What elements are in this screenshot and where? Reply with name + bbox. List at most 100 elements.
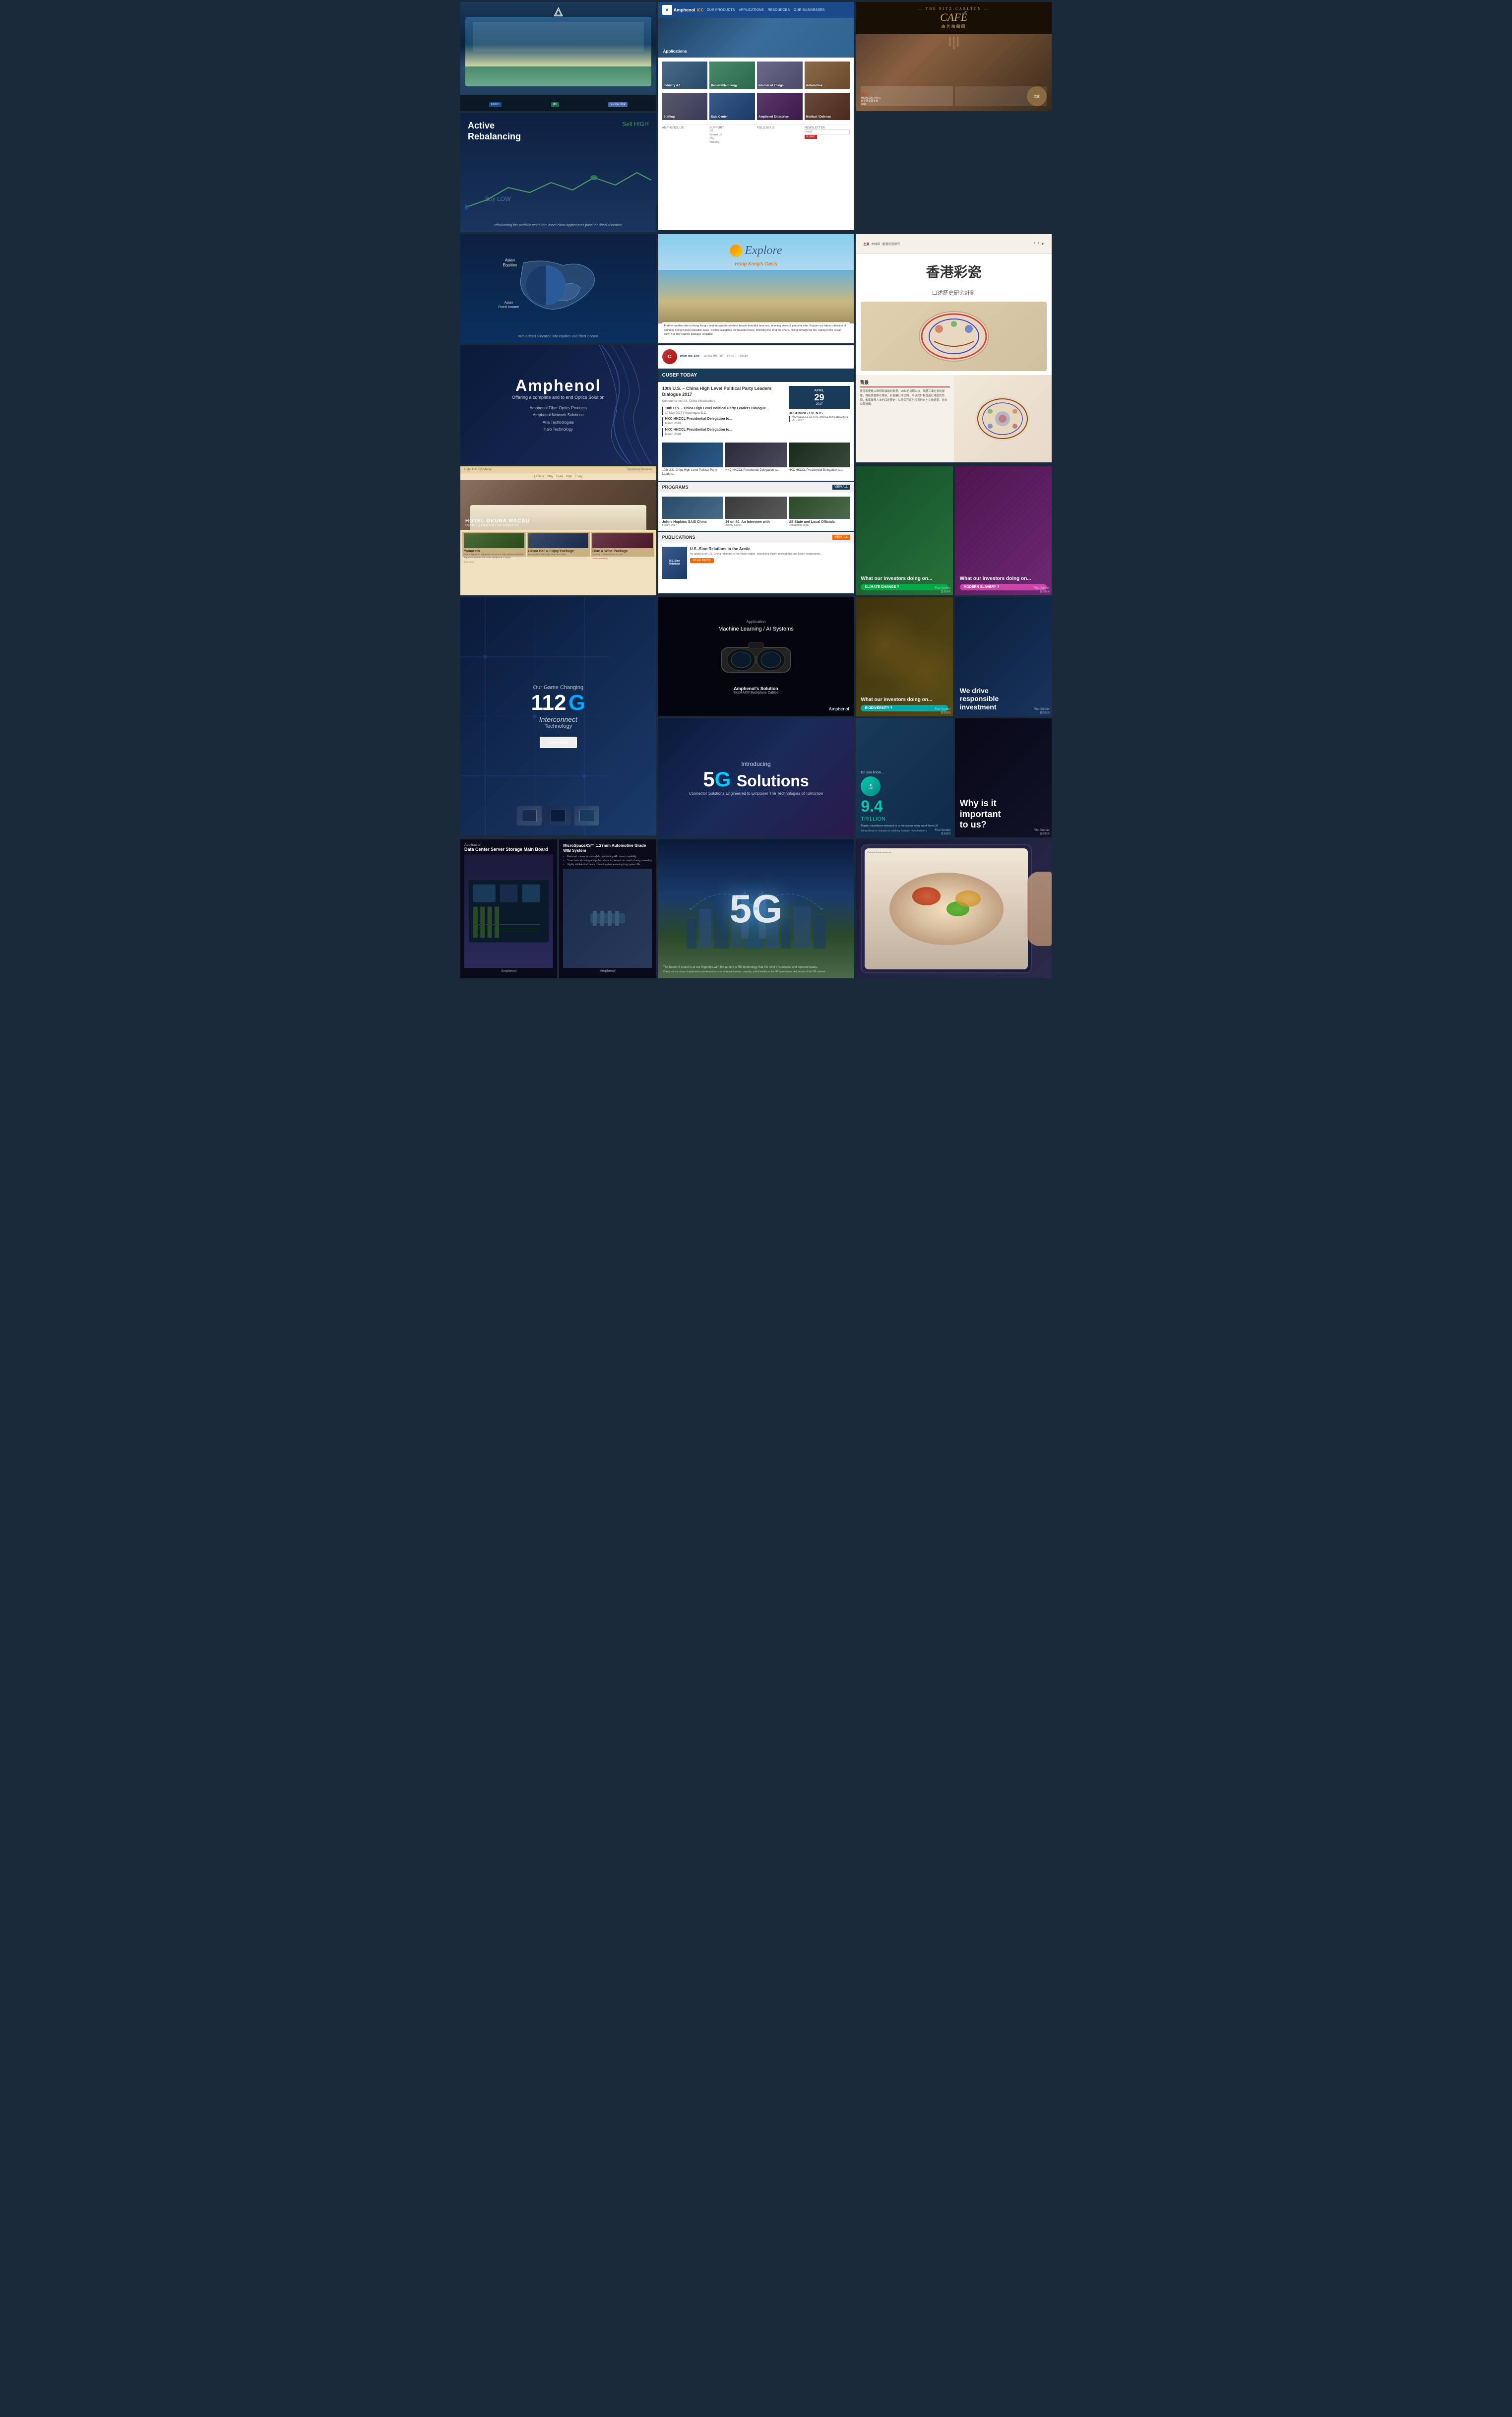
cusef-nav: WHO WE ARE WHAT WE DO CUSEF TODAY <box>680 355 850 358</box>
conf-item-1: 10th U.S. – China High Level Political P… <box>662 407 785 415</box>
hotel-card: Hotel OKURA Macau TripadvisorReviews Exp… <box>460 466 656 595</box>
know-desc: Plastic microfibers released in to the o… <box>861 825 947 828</box>
ritz-card: — THE RITZ-CARLTON — CAFÉ 高茗精緻圖 <box>856 2 1052 111</box>
rebalancing-title: ActiveRebalancing <box>468 121 649 142</box>
interconnect-card: Our Game Changing 112 G Interconnect Tec… <box>460 597 656 835</box>
cusef-main-event: 10th U.S. – China High Level Political P… <box>658 382 854 443</box>
social-fb[interactable]: f <box>1034 242 1035 246</box>
amphenol-tagline: Offering a complete and to end Optics So… <box>512 395 604 400</box>
datacenter-group: Application Data Center Server Storage M… <box>460 839 656 978</box>
explore-subtitle: Hong Kong's Oasis <box>735 261 777 267</box>
ml-title: Machine Learning / AI Systems <box>718 626 794 632</box>
conf-item-3: HKC HKCCL Presidential Delegation to... … <box>662 428 785 437</box>
newsletter-input[interactable] <box>805 129 850 134</box>
amphenol-footer-ms: Amphenol <box>563 968 652 974</box>
ms-feature-3: Highly reliable dual beam contact system… <box>563 863 652 867</box>
investor-climate: What our investors doing on... CLIMATE C… <box>856 466 952 595</box>
product-1: Amphenol Fiber Optics Products <box>530 405 587 412</box>
ritz-image: 菜單 O!! MICHELIN PLATE米芝蓮星級美食2018 <box>856 34 1052 111</box>
pub-btn[interactable]: VIEW ALL <box>832 535 850 540</box>
product-3: Aria Technologies <box>530 419 587 426</box>
do-you-know: Do you know... <box>861 771 947 774</box>
michelin-badge: O!! MICHELIN PLATE米芝蓮星級美食2018 <box>861 92 881 107</box>
app-item-3[interactable]: Internet of Things <box>757 62 803 89</box>
porcelain-lower: 背景 香港彩瓷是以珠明料描繪的彩瓷，20世紀初期以後，隨著工業社會的變遷，傳統技… <box>856 375 1052 462</box>
rebalancing-chart <box>465 163 651 212</box>
microspace-card: MicroSpaceXS™ 1.27mm Automotive Grade WI… <box>559 839 656 978</box>
cusef-publication: U.S.-SinoRelations U.S.-Sino Relations i… <box>658 543 854 583</box>
explore-card: Explore Hong Kong's Oasis Further anothe… <box>658 234 854 343</box>
5g-title: 5G Solutions <box>703 767 809 791</box>
amphenol-nav: OUR PRODUCTS APPLICATIONS RESOURCES OUR … <box>706 8 824 12</box>
hotel-hero: HOTEL OKURA MACAU DELIVER MOMENT OF KIND… <box>460 480 656 530</box>
cusef-today-banner: CUSEF TODAY <box>658 369 854 382</box>
investor-responsible: We driveresponsibleinvestment First Sent… <box>955 597 1052 716</box>
first-sentier-logo-4: First Sentier首源投資 <box>1034 708 1050 714</box>
lantau-card: LANTAU YACHT CLUB HONG KONG DBRC dbl Vs <box>460 2 656 111</box>
program-img-2 <box>725 497 787 519</box>
hotel-headline: HOTEL OKURA MACAU <box>465 518 530 524</box>
porcelain-title: 香港彩瓷 <box>856 254 1052 289</box>
product-4: Halo Technology <box>530 426 587 433</box>
investors-bottom-card: What our investors doing on... BIODIVERS… <box>856 597 1052 716</box>
app-item-7[interactable]: Amphenol Enterprise <box>757 93 803 120</box>
tablet-device: Premium dining experience <box>861 844 1032 973</box>
product-2: Amphenol Network Solutions <box>530 412 587 419</box>
biodiversity-title: What our investors doing on... <box>861 697 947 703</box>
app-item-5[interactable]: Staffing <box>662 93 708 120</box>
cusef-news-grid: 10th U.S.-China High Level Political Par… <box>658 443 854 481</box>
porcelain-card: 主頁 木棉館 香港彩瓷研究 f t ▶ 香港彩瓷 口述歷史研究計劃 <box>856 234 1052 462</box>
read-more-btn[interactable]: READ MORE <box>690 558 714 563</box>
program-img-1 <box>662 497 724 519</box>
ml-brand: Amphenol <box>829 706 849 711</box>
ms-feature-1: Reduced connector size while maintaining… <box>563 855 652 859</box>
ritz-top: — THE RITZ-CARLTON — <box>861 7 1047 11</box>
ritz-badge: 菜單 <box>1027 86 1047 106</box>
program-jhsais: Johns Hopkins SAIS China Forum 2017 <box>662 497 724 527</box>
amphenol-icc: ICC <box>697 8 704 12</box>
tablet-card: Premium dining experience <box>856 839 1052 978</box>
investor-slavery-title: What our investors doing on... <box>960 576 1047 582</box>
ml-label: Application <box>746 620 765 624</box>
social-tw[interactable]: t <box>1038 242 1039 246</box>
asian-fixed-label: AsianFixed Income <box>494 301 523 310</box>
ms-image <box>563 869 652 968</box>
amphenol-hero: Applications <box>658 18 854 58</box>
news-photo-3 <box>789 443 850 467</box>
amphenol-app-card: A Amphenol ICC OUR PRODUCTS APPLICATIONS… <box>658 2 854 230</box>
dc-title: Data Center Server Storage Main Board <box>464 847 553 852</box>
rebalancing-card: ActiveRebalancing Sell HIGH Buy LOW reba… <box>460 113 656 232</box>
newsletter-submit[interactable]: SUBMIT <box>805 135 817 139</box>
amphenol-app-grid: Industry 4.0 Renewable Energy Internet o… <box>658 58 854 148</box>
investor-know: Do you know... 🔬 9.4 TRILLION Plastic mi… <box>856 718 952 837</box>
social-yt[interactable]: ▶ <box>1042 242 1044 246</box>
programs-btn[interactable]: VIEW ALL <box>832 485 850 490</box>
asian-equities-card: AsianEquities AsianFixed Income with a f… <box>460 234 656 343</box>
app-item-8[interactable]: Medical / Defense <box>805 93 850 120</box>
porcelain-nav: 主頁 木棉館 香港彩瓷研究 <box>863 242 900 246</box>
lantau-icon-dbrc: DBRC <box>489 102 502 107</box>
amphenol-products-list: Amphenol Fiber Optics Products Amphenol … <box>530 405 587 434</box>
cusef-programs-section: PROGRAMS VIEW ALL <box>658 481 854 493</box>
5g-bottom-text: The future of sound is at our fingertips… <box>663 966 849 973</box>
app-item-4[interactable]: Automotive <box>805 62 850 89</box>
5g-tagline: Connector Solutions Engineered to Empowe… <box>689 791 823 796</box>
first-sentier-logo-6: First Sentier首源投資 <box>1034 829 1050 835</box>
investors-why-card: Do you know... 🔬 9.4 TRILLION Plastic mi… <box>856 718 1052 837</box>
footer-support: SUPPORTUSContact UsFAQWarranty <box>709 127 755 144</box>
news-item-1: 10th U.S.-China High Level Political Par… <box>662 443 724 477</box>
hotel-room-yamazato: Yamazato Okura Signature Japanese restau… <box>462 532 526 557</box>
explore-title: Explore <box>745 244 782 257</box>
app-item-1[interactable]: Industry 4.0 <box>662 62 708 89</box>
asian-equities-label: AsianEquities <box>496 258 523 268</box>
app-item-6[interactable]: Data Center <box>709 93 755 120</box>
lantau-footer: DBRC dbl Vs Ice Rink <box>460 95 656 111</box>
app-item-2[interactable]: Renewable Energy <box>709 62 755 89</box>
cusef-programs-grid: Johns Hopkins SAIS China Forum 2017 29 o… <box>658 493 854 531</box>
lantau-icon-dbl: dbl <box>551 102 559 107</box>
rebalancing-subtitle: rebalancing the portfolio when one asset… <box>460 224 656 227</box>
fiber-bg <box>597 345 656 464</box>
ritz-header: — THE RITZ-CARLTON — CAFÉ 高茗精緻圖 <box>856 2 1052 34</box>
asian-subtitle: with a fixed allocation into equities an… <box>513 335 603 338</box>
news-photo-2 <box>725 443 787 467</box>
